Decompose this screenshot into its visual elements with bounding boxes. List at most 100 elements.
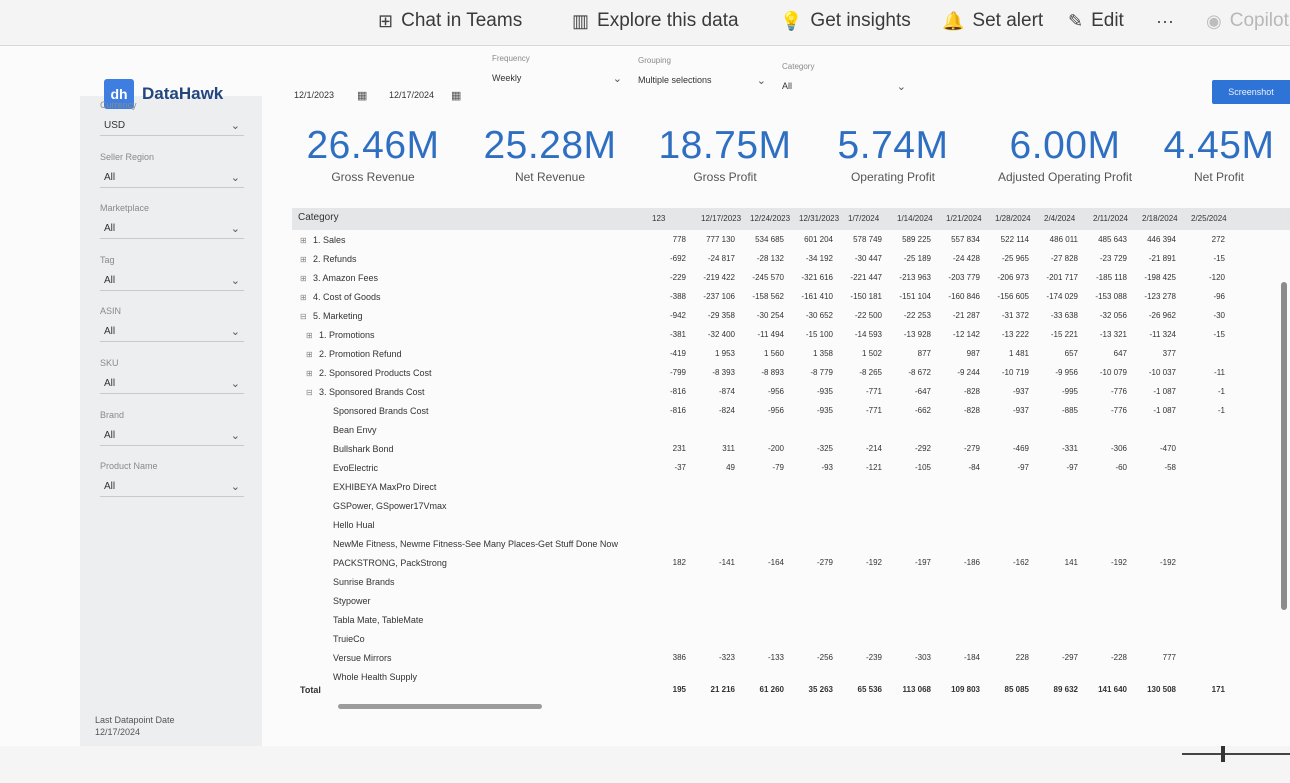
table-cell: -32 400 — [707, 330, 735, 339]
expand-toggle-icon[interactable]: ⊞ — [300, 255, 308, 264]
kpi-label: Operating Profit — [850, 170, 936, 184]
chevron-down-icon: ⌄ — [230, 481, 240, 494]
expand-toggle-icon[interactable]: ⊞ — [306, 350, 314, 359]
kpi-label: Gross Profit — [693, 170, 757, 184]
column-header[interactable]: 1/21/2024 — [946, 214, 982, 223]
expand-toggle-icon[interactable]: ⊟ — [306, 388, 314, 397]
slicer-value: USD — [104, 120, 126, 131]
table-cell: 589 225 — [902, 235, 931, 244]
column-header[interactable]: 2/11/2024 — [1093, 214, 1128, 223]
category-filter[interactable]: Category All ⌄ — [782, 62, 906, 94]
set-alert-button[interactable]: 🔔 Set alert — [942, 8, 1043, 34]
grouping-filter[interactable]: Grouping Multiple selections ⌄ — [638, 56, 766, 88]
category-dropdown[interactable]: All ⌄ — [782, 78, 906, 94]
column-header[interactable]: 12/31/2023 — [799, 214, 839, 223]
screenshot-button[interactable]: Screenshot — [1212, 80, 1290, 104]
expand-toggle-icon[interactable]: ⊞ — [306, 331, 314, 340]
slicer-dropdown[interactable]: All ⌄ — [100, 426, 244, 446]
frequency-dropdown[interactable]: Weekly ⌄ — [492, 70, 622, 86]
column-header[interactable]: 2/25/2024 — [1191, 214, 1227, 223]
slicer-marketplace[interactable]: Marketplace All ⌄ — [100, 203, 244, 240]
matrix-header: Category 123 12/17/2023 12/24/2023 12/31/20… — [292, 208, 1290, 230]
table-cell: -11 494 — [757, 330, 784, 339]
slicer-dropdown[interactable]: All ⌄ — [100, 219, 244, 240]
table-cell: -37 — [674, 463, 686, 472]
grouping-dropdown[interactable]: Multiple selections ⌄ — [638, 72, 766, 88]
explore-data-button[interactable]: ▥ Explore this data — [572, 8, 739, 34]
table-cell: -96 — [1213, 292, 1225, 301]
column-header[interactable]: 12/24/2023 — [750, 214, 790, 223]
table-cell: -28 132 — [756, 254, 784, 263]
slicer-dropdown[interactable]: All ⌄ — [100, 271, 244, 291]
expand-toggle-icon[interactable]: ⊞ — [300, 274, 308, 283]
table-cell: -32 056 — [1099, 311, 1127, 320]
frequency-filter[interactable]: Frequency Weekly ⌄ — [492, 54, 622, 86]
table-row: Bean Envy — [292, 422, 1290, 441]
column-header[interactable]: 1/14/2024 — [897, 214, 933, 223]
row-label: PACKSTRONG, PackStrong — [320, 558, 447, 568]
copilot-button[interactable]: ◉ Copilot — [1206, 8, 1289, 34]
end-date[interactable]: 12/17/2024 — [389, 90, 434, 100]
row-label-text: Versue Mirrors — [333, 653, 392, 663]
expand-toggle-icon[interactable]: ⊟ — [300, 312, 308, 321]
table-row: ⊞ 1. Promotions -381 -32 400 -11 494 -15 100 -… — [292, 327, 1290, 346]
table-cell: -97 — [1017, 463, 1029, 472]
table-cell: -30 254 — [756, 311, 784, 320]
expand-toggle-icon[interactable]: ⊞ — [306, 369, 314, 378]
slicer-product-name[interactable]: Product Name All ⌄ — [100, 461, 244, 498]
slicer-value: All — [104, 223, 116, 235]
calendar-icon[interactable]: ▦ — [451, 89, 461, 102]
column-header[interactable]: 1/7/2024 — [848, 214, 879, 223]
calendar-icon[interactable]: ▦ — [357, 89, 367, 102]
category-column-header[interactable]: Category — [298, 212, 339, 223]
column-header[interactable]: 2/18/2024 — [1142, 214, 1178, 223]
table-cell: -297 — [1061, 653, 1078, 662]
slicer-dropdown[interactable]: All ⌄ — [100, 477, 244, 498]
table-cell: 485 643 — [1098, 235, 1127, 244]
more-options-button[interactable]: ··· — [1156, 8, 1174, 34]
kpi-value: 5.74M — [837, 124, 949, 167]
slicer-tag[interactable]: Tag All ⌄ — [100, 255, 244, 291]
table-cell: 486 011 — [1049, 235, 1078, 244]
slicer-dropdown[interactable]: All ⌄ — [100, 322, 244, 343]
start-date[interactable]: 12/1/2023 — [294, 90, 334, 100]
column-header[interactable]: 2/4/2024 — [1044, 214, 1075, 223]
slicer-seller-region[interactable]: Seller Region All ⌄ — [100, 152, 244, 188]
row-label-text: 3. Amazon Fees — [313, 273, 379, 283]
table-cell: -8 779 — [810, 368, 833, 377]
column-header[interactable]: 1/28/2024 — [995, 214, 1031, 223]
slicer-dropdown[interactable]: USD ⌄ — [100, 116, 244, 136]
table-row: Sponsored Brands Cost -816 -824 -956 -935 -77… — [292, 403, 1290, 422]
column-header[interactable]: 123 — [652, 214, 665, 223]
slicer-label: ASIN — [100, 306, 122, 317]
kpi-net-revenue: 25.28M Net Revenue — [476, 124, 624, 184]
row-label-text: Bullshark Bond — [333, 444, 394, 454]
slicer-dropdown[interactable]: All ⌄ — [100, 374, 244, 394]
zoom-slider-track[interactable] — [1182, 753, 1290, 755]
slicer-dropdown[interactable]: All ⌄ — [100, 168, 244, 188]
row-label: Bean Envy — [320, 425, 377, 435]
table-row: GSPower, GSpower17Vmax — [292, 498, 1290, 517]
table-cell: -206 973 — [997, 273, 1029, 282]
chat-in-teams-button[interactable]: ⊞ Chat in Teams — [378, 8, 522, 34]
edit-button[interactable]: ✎ Edit — [1068, 8, 1124, 34]
slicer-asin[interactable]: ASIN All ⌄ — [100, 306, 244, 343]
expand-toggle-icon[interactable]: ⊞ — [300, 236, 308, 245]
table-cell: -198 425 — [1144, 273, 1176, 282]
table-cell: -13 321 — [1099, 330, 1127, 339]
table-cell: -219 422 — [703, 273, 735, 282]
get-insights-button[interactable]: 💡 Get insights — [780, 8, 911, 34]
table-cell: -192 — [865, 558, 882, 567]
slicer-sku[interactable]: SKU All ⌄ — [100, 358, 244, 394]
slicer-currency[interactable]: Currency USD ⌄ — [100, 100, 244, 136]
slicer-brand[interactable]: Brand All ⌄ — [100, 410, 244, 446]
table-cell: 1 502 — [861, 349, 882, 358]
table-cell: -141 — [718, 558, 735, 567]
vertical-scrollbar[interactable] — [1281, 282, 1287, 610]
zoom-slider-thumb[interactable] — [1221, 746, 1225, 762]
expand-toggle-icon[interactable]: ⊞ — [300, 293, 308, 302]
horizontal-scrollbar[interactable] — [338, 704, 542, 709]
column-header[interactable]: 12/17/2023 — [701, 214, 741, 223]
table-cell: 231 — [672, 444, 686, 453]
table-row: Sunrise Brands — [292, 574, 1290, 593]
